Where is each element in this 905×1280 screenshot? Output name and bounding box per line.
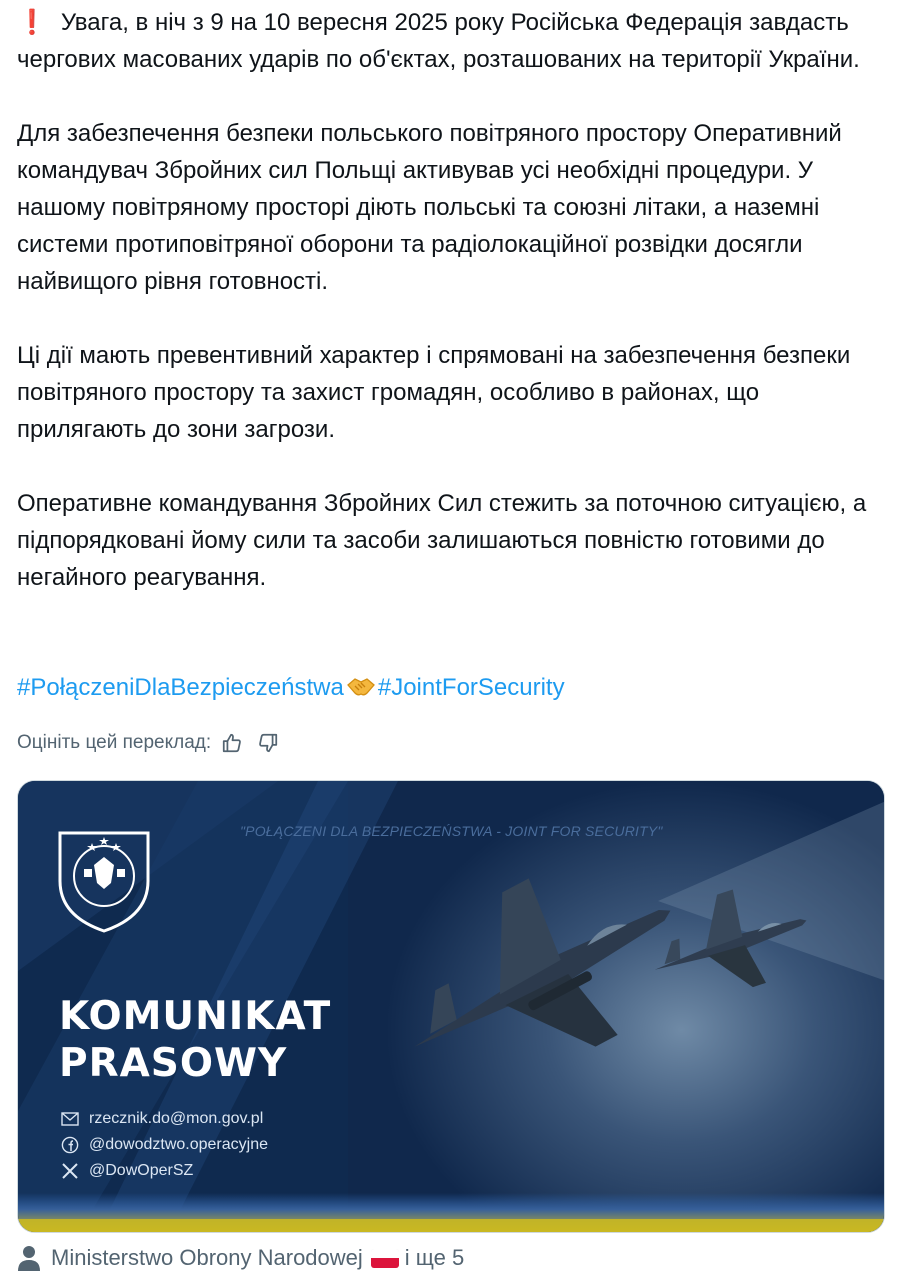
tagged-more[interactable]: і ще 5 — [405, 1242, 464, 1274]
handshake-icon — [346, 673, 376, 710]
tagged-account-name[interactable]: Ministerstwo Obrony Narodowej — [51, 1242, 363, 1274]
media-image-card[interactable]: "POŁĄCZENI DLA BEZPIECZEŃSTWA - JOINT FO… — [17, 780, 885, 1233]
translation-rating: Оцініть цей переклад: — [17, 728, 283, 758]
user-icon — [17, 1245, 41, 1271]
contact-x-text: @DowOperSZ — [89, 1162, 194, 1179]
post-paragraph-1: ❗ Увага, в ніч з 9 на 10 вересня 2025 рок… — [17, 9, 860, 73]
post-text: ❗ Увага, в ніч з 9 на 10 вересня 2025 рок… — [17, 4, 892, 596]
contact-email: rzecznik.do@mon.gov.pl — [60, 1106, 268, 1132]
media-contacts: rzecznik.do@mon.gov.pl @dowodztwo.operac… — [60, 1106, 268, 1184]
media-headline: KOMUNIKAT PRASOWY — [59, 993, 331, 1087]
poland-flag-icon — [370, 1248, 399, 1268]
translation-rating-label: Оцініть цей переклад: — [17, 732, 212, 753]
post-paragraph-4: Оперативне командування Збройних Сил сте… — [17, 490, 867, 591]
tagged-accounts[interactable]: Ministerstwo Obrony Narodowej і ще 5 — [17, 1242, 464, 1274]
contact-x: @DowOperSZ — [60, 1158, 268, 1184]
hashtag-line: #PołączeniDlaBezpieczeństwa #JointForSecu… — [17, 669, 565, 710]
contact-email-text: rzecznik.do@mon.gov.pl — [89, 1110, 264, 1127]
hashtag-link-polaczeni[interactable]: #PołączeniDlaBezpieczeństwa — [17, 674, 344, 701]
post-paragraph-3: Ці дії мають превентивний характер і спр… — [17, 342, 851, 443]
media-slogan: "POŁĄCZENI DLA BEZPIECZEŃSTWA - JOINT FO… — [240, 823, 663, 839]
post-paragraph-2: Для забезпечення безпеки польського пові… — [17, 120, 842, 295]
contact-facebook: @dowodztwo.operacyjne — [60, 1132, 268, 1158]
exclamation-icon: ❗ — [17, 9, 47, 36]
hashtag-link-jointforsecurity[interactable]: #JointForSecurity — [378, 674, 565, 701]
x-logo-icon — [60, 1161, 80, 1181]
media-headline-line2: PRASOWY — [59, 1041, 288, 1086]
facebook-icon — [60, 1135, 80, 1155]
email-icon — [60, 1109, 80, 1129]
media-headline-line1: KOMUNIKAT — [59, 994, 332, 1039]
thumbs-up-icon[interactable] — [217, 728, 247, 758]
contact-facebook-text: @dowodztwo.operacyjne — [89, 1136, 269, 1153]
thumbs-down-icon[interactable] — [253, 728, 283, 758]
